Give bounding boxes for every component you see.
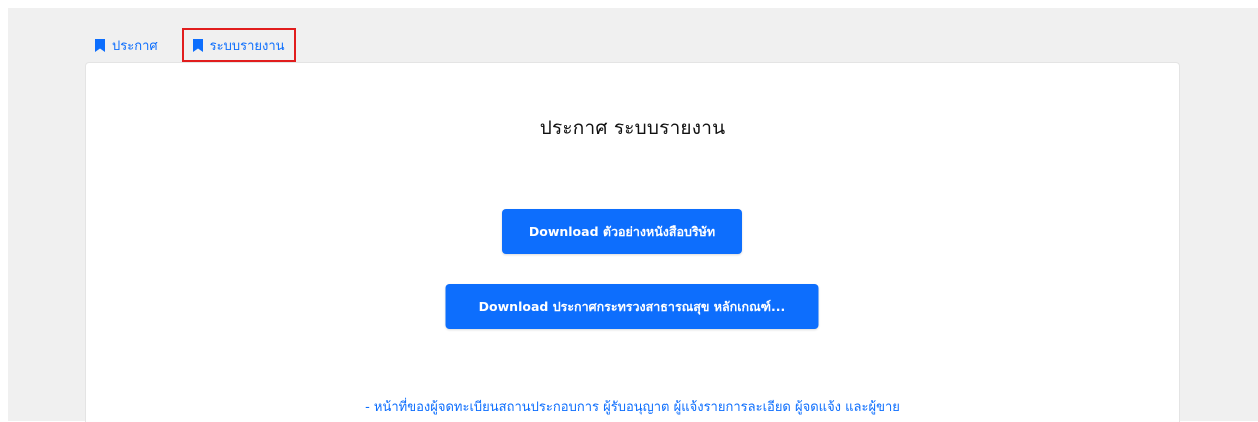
- bookmark-icon: [192, 38, 203, 52]
- tab-announcement[interactable]: ประกาศ: [86, 28, 167, 62]
- tab-bar: ประกาศ ระบบรายงาน: [86, 26, 296, 64]
- bookmark-icon: [95, 38, 105, 52]
- tab-report-system[interactable]: ระบบรายงาน: [181, 28, 296, 62]
- duties-info-link[interactable]: - หน้าที่ของผู้จดทะเบียนสถานประกอบการ ผู…: [86, 396, 1179, 417]
- tab-announcement-label: ประกาศ: [112, 38, 158, 54]
- tab-report-system-label: ระบบรายงาน: [209, 38, 285, 54]
- card-title: ประกาศ ระบบรายงาน: [539, 117, 726, 139]
- download-moph-announcement-button[interactable]: Download ประกาศกระทรวงสาธารณสุข หลักเกณฑ…: [445, 284, 819, 329]
- download-company-letter-sample-button[interactable]: Download ตัวอย่างหนังสือบริษัท: [502, 209, 742, 254]
- content-card: ประกาศ ระบบรายงาน Download ตัวอย่างหนังส…: [85, 62, 1180, 422]
